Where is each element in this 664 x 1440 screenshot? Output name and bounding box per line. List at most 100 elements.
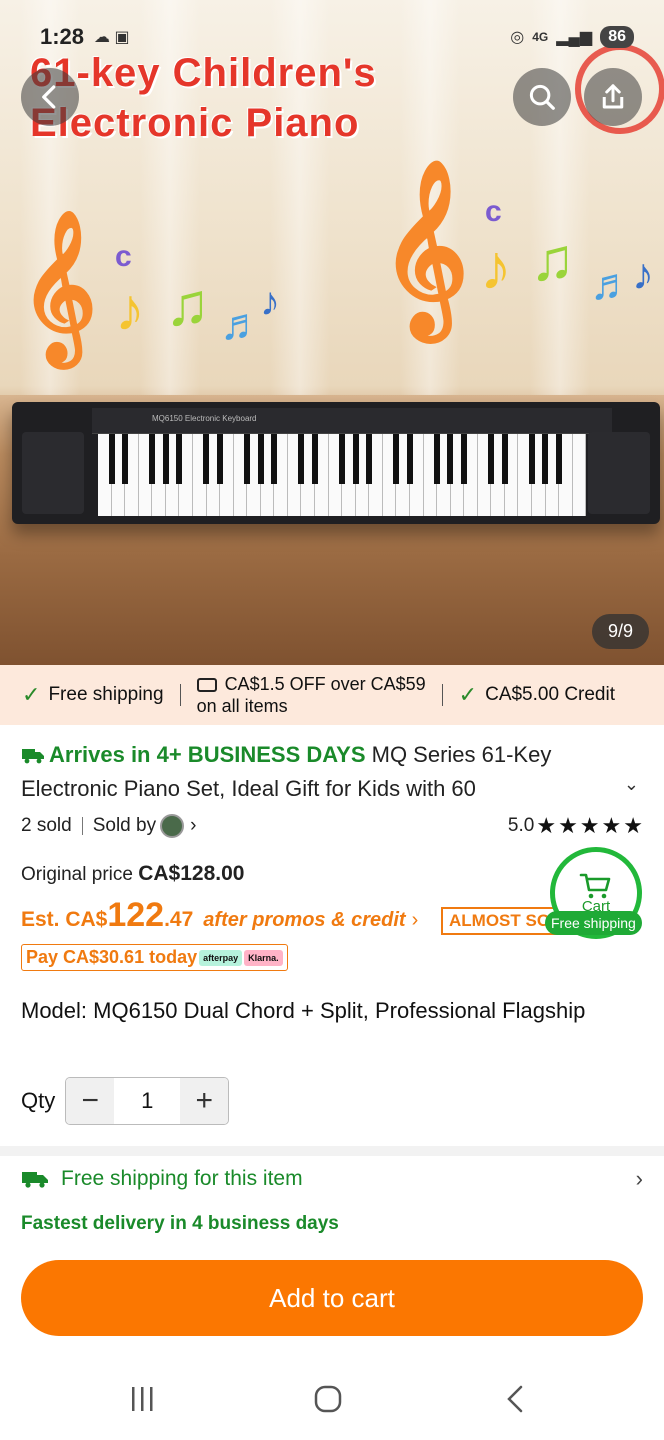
chevron-left-icon xyxy=(42,85,56,109)
cart-free-shipping-tag: Free shipping xyxy=(545,911,642,935)
share-button[interactable] xyxy=(584,68,642,126)
arrives-text: Arrives in 4+ BUSINESS DAYS xyxy=(49,742,366,767)
promo-free-shipping-label: Free shipping xyxy=(48,684,164,705)
fastest-delivery: Fastest delivery in 4 business days xyxy=(21,1213,339,1234)
home-icon xyxy=(314,1385,342,1413)
keyboard-product-photo: MQ6150 Electronic Keyboard xyxy=(12,402,660,524)
music-note-icon: ♪ xyxy=(260,280,280,324)
sold-count: 2 sold xyxy=(21,815,72,836)
black-key xyxy=(488,434,495,484)
almost-sold-out-badge: ALMOST SOLD OUT xyxy=(441,907,561,935)
rating-value: 5.0 xyxy=(507,815,535,836)
promo-credit[interactable]: ✓ CA$5.00 Credit xyxy=(459,682,615,708)
music-note-icon: c xyxy=(115,240,132,273)
truck-icon xyxy=(22,1172,48,1188)
check-icon: ✓ xyxy=(22,682,41,707)
signal-icon: ▂▄▆ xyxy=(556,29,593,46)
network-label: 4G xyxy=(532,30,549,44)
treble-clef-icon: 𝄞 xyxy=(380,162,469,330)
star-icon: ★ xyxy=(558,813,578,838)
music-note-icon: ♪ xyxy=(480,231,512,303)
selected-model[interactable]: Model: MQ6150 Dual Chord + Split, Profes… xyxy=(21,996,621,1025)
black-keys xyxy=(98,434,586,484)
section-divider xyxy=(0,1146,664,1156)
black-key xyxy=(162,434,169,484)
promo-credit-text: after promos & credit xyxy=(203,909,406,931)
battery-indicator: 86 xyxy=(600,26,634,48)
share-icon xyxy=(602,84,624,109)
black-key xyxy=(108,434,115,484)
sold-by-label: Sold by xyxy=(92,815,157,836)
arrives-badge: Arrives in 4+ BUSINESS DAYS xyxy=(21,742,366,767)
promo-coupon[interactable]: CA$1.5 OFF over CA$59 on all items xyxy=(196,673,426,718)
black-key xyxy=(149,434,156,484)
black-key xyxy=(447,434,454,484)
estimated-price[interactable]: Est. CA$ 122 .47 after promos & credit › xyxy=(21,896,418,935)
back-button[interactable] xyxy=(21,68,79,126)
chevron-down-icon[interactable]: ⌄ xyxy=(624,774,639,795)
sales-meta-row: 2 sold Sold by › 5.0 ★ ★ ★ ★ ★ xyxy=(21,813,643,839)
add-to-cart-button[interactable]: Add to cart xyxy=(21,1260,643,1336)
seller-avatar xyxy=(160,814,185,838)
promo-credit-label: CA$5.00 Credit xyxy=(485,684,615,705)
music-note-icon: ♫ xyxy=(530,226,575,293)
decrease-qty-button[interactable]: − xyxy=(66,1078,115,1124)
original-price-value: CA$128.00 xyxy=(138,862,245,885)
coupon-line2: on all items xyxy=(196,696,288,716)
black-key xyxy=(461,434,467,484)
plus-icon: + xyxy=(195,1084,213,1117)
klarna-logo: Klarna. xyxy=(244,949,283,966)
est-whole: 122 xyxy=(107,896,165,934)
black-key xyxy=(176,434,183,484)
system-back-button[interactable] xyxy=(495,1384,535,1414)
product-title-block[interactable]: Arrives in 4+ BUSINESS DAYS MQ Series 61… xyxy=(21,738,651,806)
star-icon: ★ xyxy=(601,813,622,838)
system-nav-bar xyxy=(0,1358,664,1440)
increase-qty-button[interactable]: + xyxy=(180,1078,229,1124)
status-bar: 1:28 ☁ ▣ ◎ 4G ▂▄▆ 86 xyxy=(40,22,634,52)
black-key xyxy=(393,434,400,484)
home-button[interactable] xyxy=(308,1384,348,1414)
music-note-icon: c xyxy=(485,195,502,228)
quantity-stepper[interactable]: − 1 + xyxy=(65,1077,230,1125)
coupon-icon xyxy=(196,677,217,692)
shipping-info-row[interactable]: Free shipping for this item › xyxy=(21,1166,643,1192)
minus-icon: − xyxy=(81,1084,99,1117)
black-key xyxy=(555,434,562,484)
divider xyxy=(441,684,443,706)
promo-strip[interactable]: ✓ Free shipping CA$1.5 OFF over CA$59 on… xyxy=(0,665,664,725)
recents-button[interactable] xyxy=(122,1384,162,1414)
hero-image-title: 61-key Children's Electronic Piano xyxy=(30,48,377,148)
status-notification-icons: ☁ ▣ xyxy=(94,29,130,46)
search-button[interactable] xyxy=(513,68,571,126)
music-note-icon: ♪ xyxy=(632,250,654,299)
music-note-icon: ♬ xyxy=(590,260,634,309)
rating[interactable]: 5.0 ★ ★ ★ ★ ★ xyxy=(508,813,643,839)
sold-by-link[interactable]: Sold by › xyxy=(92,814,197,838)
curtain-decor xyxy=(530,0,590,410)
divider xyxy=(179,684,181,706)
black-key xyxy=(122,434,129,484)
pay-today-text: Pay CA$30.61 today xyxy=(26,947,198,967)
star-icon: ★ xyxy=(579,813,600,838)
qty-value[interactable]: 1 xyxy=(114,1078,181,1124)
original-price: Original price CA$128.00 xyxy=(21,862,244,886)
pay-today-box[interactable]: Pay CA$30.61 today afterpay Klarna. xyxy=(21,944,288,971)
speaker-left xyxy=(22,432,84,514)
recents-icon xyxy=(132,1387,153,1411)
qty-label: Qty xyxy=(21,1088,56,1113)
cart-icon xyxy=(579,873,611,898)
black-key xyxy=(311,434,318,484)
black-key xyxy=(298,434,305,484)
keyboard-panel-text: MQ6150 Electronic Keyboard xyxy=(152,414,257,423)
promo-free-shipping[interactable]: ✓ Free shipping xyxy=(22,682,164,708)
chevron-right-icon: › xyxy=(190,815,197,836)
status-time: 1:28 xyxy=(40,24,85,49)
back-icon xyxy=(507,1385,523,1413)
speaker-right xyxy=(588,432,650,514)
black-key xyxy=(352,434,359,484)
hotspot-icon: ◎ xyxy=(510,29,525,46)
black-key xyxy=(542,434,549,484)
chevron-right-icon: › xyxy=(635,1166,643,1191)
music-note-icon: ♬ xyxy=(220,300,264,349)
